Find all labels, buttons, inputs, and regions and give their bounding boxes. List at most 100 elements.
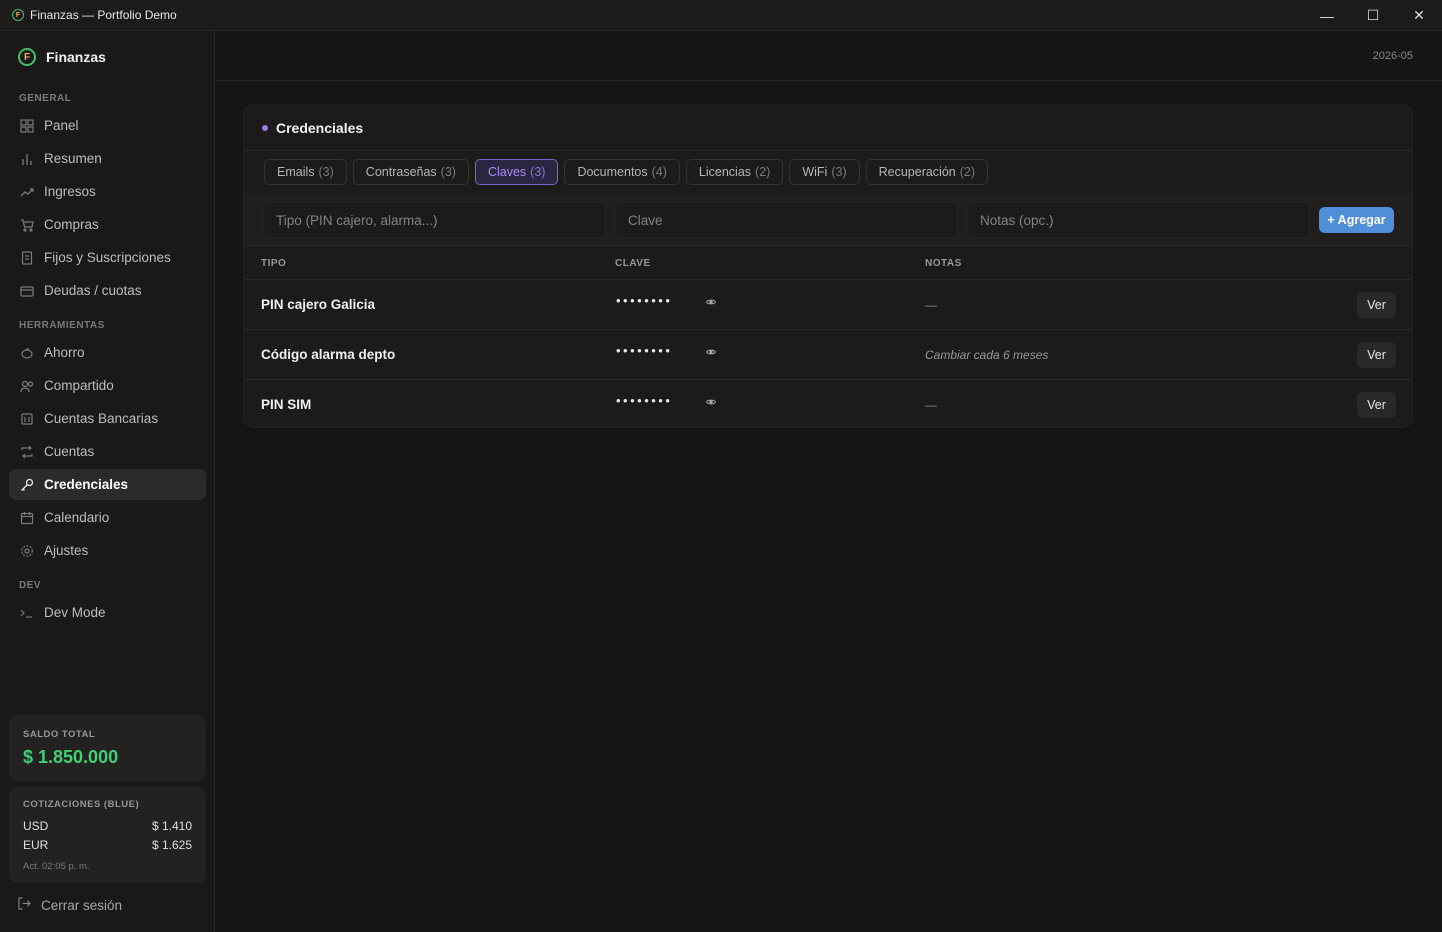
gear-icon [20, 544, 34, 558]
sidebar-item-cuentas-bancarias[interactable]: Cuentas Bancarias [9, 403, 206, 434]
brand[interactable]: F Finanzas [18, 48, 106, 66]
ver-button[interactable]: Ver [1357, 292, 1396, 318]
ver-button[interactable]: Ver [1357, 342, 1396, 368]
sidebar-item-compartido[interactable]: Compartido [9, 370, 206, 401]
tab-label: Emails [277, 165, 315, 179]
sidebar-item-panel[interactable]: Panel [9, 110, 206, 141]
cotizaciones-updated: Act. 02:05 p. m. [23, 861, 90, 872]
tab-count: (3) [440, 165, 456, 179]
tab-documentos[interactable]: Documentos (4) [564, 159, 680, 185]
sidebar-item-resumen[interactable]: Resumen [9, 143, 206, 174]
row-clave-masked: •••••••• [616, 343, 673, 358]
maximize-button[interactable]: ☐ [1350, 0, 1396, 31]
sidebar-item-label: Compras [44, 217, 99, 232]
tipo-input[interactable] [263, 202, 606, 238]
saldo-card: SALDO TOTAL $ 1.850.000 [9, 715, 206, 781]
title-bar: F Finanzas — Portfolio Demo — ☐ ✕ [0, 0, 1442, 31]
tab-recuperacion[interactable]: Recuperación (2) [865, 159, 989, 185]
brand-name: Finanzas [46, 49, 106, 65]
bar-chart-icon [20, 152, 34, 166]
piggy-bank-icon [20, 346, 34, 360]
tab-label: WiFi [802, 165, 828, 179]
tab-count: (2) [755, 165, 771, 179]
sidebar-item-label: Ingresos [44, 184, 96, 199]
tab-label: Contraseñas [365, 165, 437, 179]
app-logo-icon: F [12, 9, 24, 21]
logout-label: Cerrar sesión [41, 897, 123, 913]
column-header-tipo: TIPO [261, 258, 287, 269]
document-icon [20, 250, 34, 265]
add-button[interactable]: + Agregar [1319, 207, 1394, 233]
eye-icon[interactable] [705, 298, 717, 309]
sidebar-item-dev-mode[interactable]: Dev Mode [9, 597, 206, 628]
logout-icon [18, 897, 32, 913]
cotizacion-row: EUR $ 1.625 [23, 838, 192, 852]
sidebar-item-ajustes[interactable]: Ajustes [9, 535, 206, 566]
window-controls: — ☐ ✕ [1304, 0, 1442, 31]
row-notas: — [925, 298, 937, 312]
maximize-icon: ☐ [1366, 7, 1380, 23]
minimize-button[interactable]: — [1304, 0, 1350, 31]
tab-wifi[interactable]: WiFi (3) [789, 159, 860, 185]
sidebar-item-label: Ajustes [44, 543, 89, 558]
sidebar: F Finanzas GENERAL Panel Resumen Ingreso… [0, 31, 215, 932]
saldo-label: SALDO TOTAL [23, 729, 96, 740]
section-label-dev: DEV [19, 580, 42, 591]
table-row: PIN SIM •••••••• — Ver [244, 380, 1412, 427]
trend-up-icon [20, 185, 34, 199]
category-tabs: Emails (3) Contraseñas (3) Claves (3) Docum… [264, 159, 989, 185]
sidebar-item-label: Panel [44, 118, 79, 133]
cotizaciones-label: COTIZACIONES (BLUE) [23, 799, 140, 810]
sidebar-item-credenciales[interactable]: Credenciales [9, 469, 206, 500]
credenciales-panel: Credenciales Emails (3) Contraseñas (3) Cl… [243, 104, 1413, 428]
window-title: Finanzas — Portfolio Demo [30, 8, 177, 22]
row-notas: — [925, 398, 937, 412]
currency-value: $ 1.410 [151, 819, 192, 833]
sidebar-item-label: Compartido [44, 378, 114, 393]
sidebar-item-deudas[interactable]: Deudas / cuotas [9, 275, 206, 306]
tab-licencias[interactable]: Licencias (2) [685, 159, 784, 185]
tab-claves[interactable]: Claves (3) [474, 159, 559, 185]
sidebar-item-ingresos[interactable]: Ingresos [9, 176, 206, 207]
sidebar-item-compras[interactable]: Compras [9, 209, 206, 240]
row-tipo: PIN SIM [261, 397, 312, 412]
sidebar-item-calendario[interactable]: Calendario [9, 502, 206, 533]
table-row: Código alarma depto •••••••• Cambiar cad… [244, 330, 1412, 380]
tab-emails[interactable]: Emails (3) [264, 159, 347, 185]
panel-header: Credenciales [244, 105, 1412, 151]
tab-contrasenas[interactable]: Contraseñas (3) [352, 159, 469, 185]
row-notas: Cambiar cada 6 meses [925, 348, 1049, 362]
bank-icon [20, 412, 34, 426]
sidebar-item-label: Dev Mode [44, 605, 106, 620]
logout-button[interactable]: Cerrar sesión [18, 897, 122, 913]
close-button[interactable]: ✕ [1396, 0, 1442, 31]
tab-count: (3) [530, 165, 546, 179]
tab-count: (4) [651, 165, 667, 179]
row-tipo: Código alarma depto [261, 347, 396, 362]
tab-label: Claves [487, 165, 527, 179]
table-header: TIPO CLAVE NOTAS [244, 247, 1412, 280]
sidebar-item-cuentas[interactable]: Cuentas [9, 436, 206, 467]
terminal-icon [20, 606, 34, 620]
brand-logo-icon: F [18, 48, 36, 66]
notas-input[interactable] [967, 202, 1310, 238]
eye-icon[interactable] [705, 348, 717, 359]
cart-icon [20, 218, 34, 232]
close-icon: ✕ [1413, 7, 1425, 23]
eye-icon[interactable] [705, 398, 717, 409]
period-label: 2026-05 [1372, 50, 1413, 62]
sidebar-item-fijos[interactable]: Fijos y Suscripciones [9, 242, 206, 273]
sidebar-item-label: Credenciales [44, 477, 129, 492]
tab-label: Documentos [577, 165, 648, 179]
add-credential-form: + Agregar [244, 194, 1412, 246]
minimize-icon: — [1320, 7, 1334, 24]
sidebar-item-ahorro[interactable]: Ahorro [9, 337, 206, 368]
grid-icon [20, 118, 34, 133]
clave-input[interactable] [615, 202, 958, 238]
accent-dot-icon [262, 124, 268, 131]
panel-title: Credenciales [276, 119, 364, 136]
cotizaciones-card: COTIZACIONES (BLUE) USD $ 1.410 EUR $ 1.… [9, 787, 206, 883]
ver-button[interactable]: Ver [1357, 392, 1396, 418]
table-row: PIN cajero Galicia •••••••• — Ver [244, 280, 1412, 330]
sidebar-item-label: Fijos y Suscripciones [44, 250, 171, 265]
